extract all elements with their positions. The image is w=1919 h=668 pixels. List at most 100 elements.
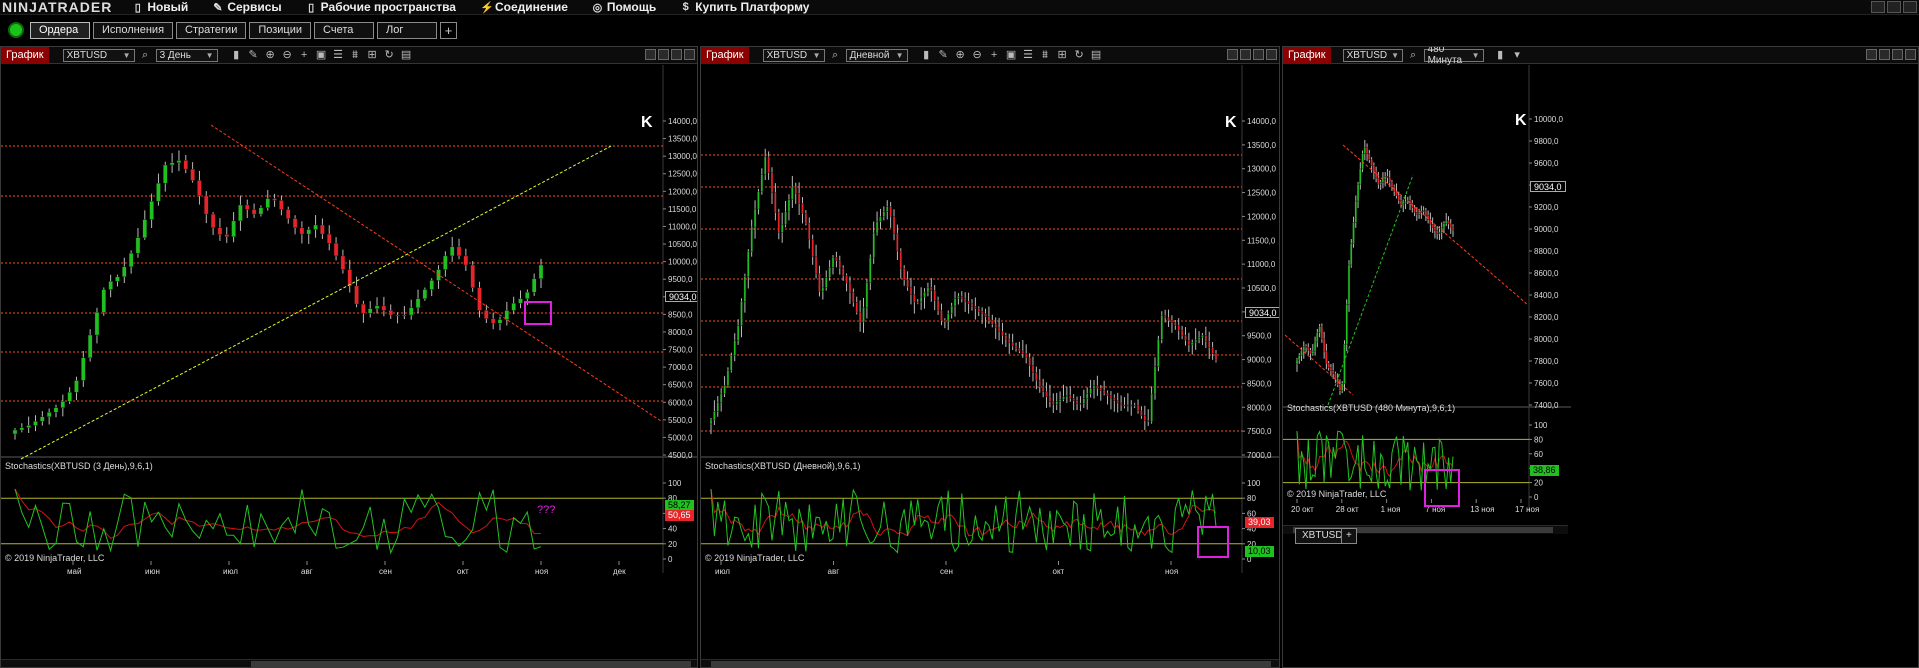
bear-candle bbox=[1163, 315, 1167, 318]
panel-maximize-icon[interactable] bbox=[671, 49, 682, 60]
reload-icon[interactable]: ↻ bbox=[1073, 49, 1086, 62]
zoom-in-icon[interactable]: ⊕ bbox=[264, 49, 277, 62]
minimize-icon[interactable] bbox=[1871, 1, 1885, 13]
panel-minimize-icon[interactable] bbox=[1879, 49, 1890, 60]
panel-close-icon[interactable] bbox=[1905, 49, 1916, 60]
menu-tools[interactable]: ✎ Сервисы bbox=[200, 0, 293, 15]
price-chart[interactable]: 14000,0 13500,0 13000,0 12500,0 12000,0 11500… bbox=[1, 65, 698, 668]
properties-icon[interactable]: ▤ bbox=[1090, 49, 1103, 62]
scroll-thumb[interactable] bbox=[251, 661, 691, 667]
menu-connection[interactable]: ⚡ Соединение bbox=[468, 0, 580, 15]
bear-candle bbox=[1035, 372, 1038, 381]
bull-candle bbox=[313, 224, 318, 230]
bull-candle bbox=[518, 298, 523, 304]
bear-candle bbox=[1069, 395, 1072, 399]
panel-restore-icon[interactable] bbox=[645, 49, 656, 60]
bear-candle bbox=[1370, 159, 1373, 167]
draw-tool-icon[interactable]: ✎ bbox=[247, 49, 260, 62]
tab-orders[interactable]: Ордера bbox=[30, 21, 90, 39]
indicators-icon[interactable]: ⩩ bbox=[1039, 49, 1052, 62]
more-icon[interactable]: ▾ bbox=[1511, 49, 1524, 62]
chart-title[interactable]: График bbox=[1, 47, 49, 64]
bull-candle bbox=[231, 220, 236, 238]
instrument-select[interactable]: XBTUSD ▼ bbox=[762, 48, 825, 62]
bar-style-icon[interactable]: ▮ bbox=[920, 49, 933, 62]
price-axis-label: 8000,0 bbox=[1534, 335, 1559, 344]
search-icon[interactable]: ⌕ bbox=[1407, 49, 1420, 62]
add-instrument-tab-button[interactable]: + bbox=[1341, 528, 1357, 544]
bull-candle bbox=[926, 286, 930, 293]
panel-maximize-icon[interactable] bbox=[1253, 49, 1264, 60]
draw-tool-icon[interactable]: ✎ bbox=[937, 49, 950, 62]
tab-strategies[interactable]: Стратегии bbox=[176, 21, 247, 39]
add-tab-button[interactable]: + bbox=[440, 21, 458, 39]
stoch-k-line bbox=[1296, 430, 1454, 491]
menu-workspaces[interactable]: ▯ Рабочие пространства bbox=[294, 0, 468, 15]
horizontal-scrollbar[interactable] bbox=[1, 659, 697, 667]
zoom-in-icon[interactable]: ⊕ bbox=[954, 49, 967, 62]
bull-candle bbox=[374, 305, 380, 309]
bull-candle bbox=[791, 186, 794, 200]
price-chart[interactable]: 10000,09800,09600,09400,09200,09000,0880… bbox=[1283, 65, 1919, 668]
bear-candle bbox=[1322, 338, 1326, 352]
tab-accounts[interactable]: Счета bbox=[314, 21, 375, 39]
instrument-select[interactable]: XBTUSD ▼ bbox=[62, 48, 135, 62]
bear-candle bbox=[848, 282, 852, 293]
plug-icon: ⚡ bbox=[479, 1, 494, 14]
crosshair-icon[interactable]: + bbox=[988, 49, 1001, 62]
tab-positions[interactable]: Позиции bbox=[249, 21, 312, 39]
chart-title[interactable]: График bbox=[701, 47, 749, 64]
bull-candle bbox=[422, 289, 428, 299]
bar-style-icon[interactable]: ▮ bbox=[1494, 49, 1507, 62]
screenshot-icon[interactable]: ▣ bbox=[315, 49, 328, 62]
reload-icon[interactable]: ↻ bbox=[383, 49, 396, 62]
trendline bbox=[210, 124, 662, 422]
zoom-out-icon[interactable]: ⊖ bbox=[281, 49, 294, 62]
bear-candle bbox=[1045, 391, 1048, 397]
menu-help[interactable]: ◎ Помощь bbox=[580, 0, 668, 15]
tab-executions[interactable]: Исполнения bbox=[93, 21, 174, 39]
menu-buy[interactable]: $ Купить Платформу bbox=[668, 0, 821, 15]
chart-title[interactable]: График bbox=[1283, 47, 1331, 64]
panel-restore-icon[interactable] bbox=[1227, 49, 1238, 60]
panel-close-icon[interactable] bbox=[684, 49, 695, 60]
bear-candle bbox=[838, 260, 842, 269]
screenshot-icon[interactable]: ▣ bbox=[1005, 49, 1018, 62]
bull-candle bbox=[947, 313, 950, 322]
bear-candle bbox=[1021, 350, 1025, 354]
data-series-icon[interactable]: ☰ bbox=[1022, 49, 1035, 62]
menu-new[interactable]: ▯ Новый bbox=[120, 0, 200, 15]
zoom-out-icon[interactable]: ⊖ bbox=[971, 49, 984, 62]
tab-log[interactable]: Лог bbox=[377, 21, 438, 39]
search-icon[interactable]: ⌕ bbox=[829, 49, 842, 62]
time-axis-label: авг bbox=[828, 567, 840, 576]
menu-new-label: Новый bbox=[147, 0, 189, 14]
chart-toolbar: График XBTUSD ▼ ⌕ Дневной ▼ ▮ ✎ ⊕ ⊖ + ▣ ☰ … bbox=[701, 47, 1279, 64]
bar-style-icon[interactable]: ▮ bbox=[230, 49, 243, 62]
search-icon[interactable]: ⌕ bbox=[139, 49, 152, 62]
maximize-icon[interactable] bbox=[1887, 1, 1901, 13]
indicators-icon[interactable]: ⩩ bbox=[349, 49, 362, 62]
panel-minimize-icon[interactable] bbox=[658, 49, 669, 60]
interval-select[interactable]: Дневной ▼ bbox=[845, 48, 908, 62]
panel-maximize-icon[interactable] bbox=[1892, 49, 1903, 60]
interval-select[interactable]: 480 Минута ▼ bbox=[1423, 47, 1484, 66]
horizontal-scrollbar[interactable] bbox=[701, 659, 1279, 667]
price-chart[interactable]: 14000,0 13500,0 13000,0 12500,0 12000,0 11500… bbox=[701, 65, 1280, 668]
panel-close-icon[interactable] bbox=[1266, 49, 1277, 60]
bull-candle bbox=[764, 156, 767, 175]
data-series-icon[interactable]: ☰ bbox=[332, 49, 345, 62]
instrument-select[interactable]: XBTUSD ▼ bbox=[1342, 48, 1403, 62]
strategies-icon[interactable]: ⊞ bbox=[1056, 49, 1069, 62]
strategies-icon[interactable]: ⊞ bbox=[366, 49, 379, 62]
properties-icon[interactable]: ▤ bbox=[400, 49, 413, 62]
price-axis-label: 4500,0 bbox=[668, 451, 693, 460]
bear-candle bbox=[463, 255, 469, 266]
interval-select[interactable]: 3 День ▼ bbox=[155, 48, 218, 62]
panel-minimize-icon[interactable] bbox=[1240, 49, 1251, 60]
scroll-thumb[interactable] bbox=[711, 661, 1271, 667]
panel-restore-icon[interactable] bbox=[1866, 49, 1877, 60]
bull-candle bbox=[709, 419, 713, 425]
close-icon[interactable] bbox=[1903, 1, 1917, 13]
crosshair-icon[interactable]: + bbox=[298, 49, 311, 62]
